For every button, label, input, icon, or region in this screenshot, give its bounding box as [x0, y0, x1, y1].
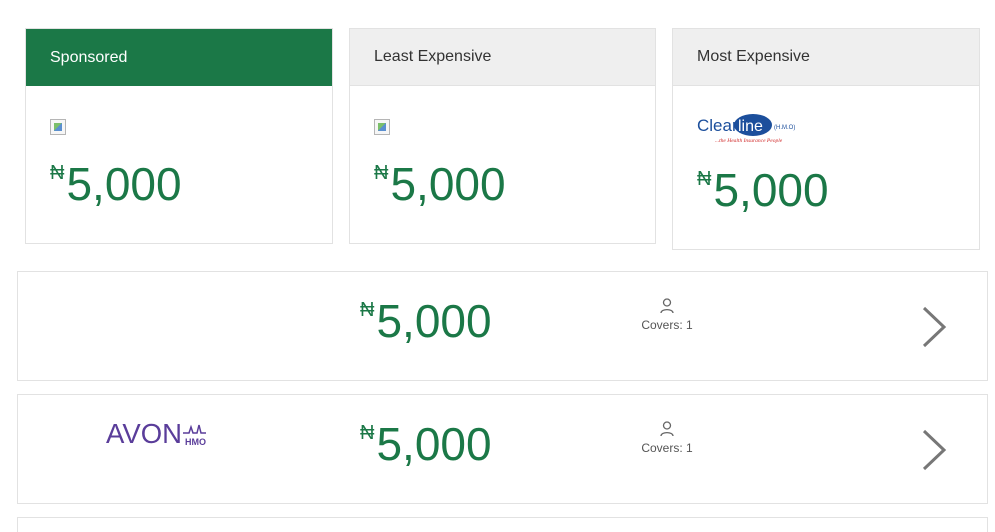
price-value: 5,000: [66, 158, 182, 210]
covers-info: Covers: 1: [628, 421, 706, 455]
price-value: 5,000: [376, 295, 492, 347]
naira-symbol: ₦: [360, 422, 375, 444]
naira-symbol: ₦: [697, 168, 712, 190]
naira-symbol: ₦: [50, 162, 65, 184]
broken-image-icon: [50, 119, 66, 135]
chevron-right-icon[interactable]: [916, 427, 952, 473]
card-price: ₦ 5,000: [374, 161, 506, 207]
card-price: ₦ 5,000: [50, 161, 182, 207]
naira-symbol: ₦: [360, 299, 375, 321]
svg-text:Clear: Clear: [697, 116, 738, 135]
plan-row[interactable]: [17, 517, 988, 532]
price-value: 5,000: [376, 418, 492, 470]
plan-price: ₦ 5,000: [360, 298, 492, 344]
card-header-label: Sponsored: [50, 48, 128, 66]
person-icon: [660, 421, 674, 437]
most-expensive-card[interactable]: Most Expensive Clear line (H.M.O) ...the…: [672, 28, 980, 250]
svg-text:line: line: [738, 118, 763, 135]
person-icon: [660, 298, 674, 314]
avon-hmo-logo: AVON HMO: [106, 418, 206, 447]
card-header-label: Most Expensive: [697, 48, 810, 65]
card-header-least-expensive: Least Expensive: [350, 29, 655, 86]
covers-info: Covers: 1: [628, 298, 706, 332]
price-value: 5,000: [713, 164, 829, 216]
plan-row[interactable]: AVON HMO ₦ 5,000 Covers: 1: [17, 394, 988, 504]
least-expensive-card[interactable]: Least Expensive ₦ 5,000: [349, 28, 656, 244]
svg-text:...the Health Insurance People: ...the Health Insurance People: [715, 138, 783, 144]
card-price: ₦ 5,000: [697, 167, 829, 213]
svg-text:AVON: AVON: [106, 418, 182, 447]
card-header-most-expensive: Most Expensive: [673, 29, 979, 86]
svg-text:HMO: HMO: [185, 437, 206, 447]
svg-text:(H.M.O): (H.M.O): [774, 125, 795, 131]
card-header-label: Least Expensive: [374, 48, 492, 65]
naira-symbol: ₦: [374, 162, 389, 184]
price-value: 5,000: [390, 158, 506, 210]
covers-label: Covers: 1: [641, 441, 693, 455]
broken-image-icon: [374, 119, 390, 135]
chevron-right-icon[interactable]: [916, 304, 952, 350]
sponsored-card[interactable]: Sponsored ₦ 5,000: [25, 28, 333, 244]
clearline-hmo-logo: Clear line (H.M.O) ...the Health Insuran…: [697, 114, 795, 144]
plan-price: ₦ 5,000: [360, 421, 492, 467]
covers-label: Covers: 1: [641, 318, 693, 332]
plan-row[interactable]: ₦ 5,000 Covers: 1: [17, 271, 988, 381]
card-header-sponsored: Sponsored: [26, 29, 332, 86]
